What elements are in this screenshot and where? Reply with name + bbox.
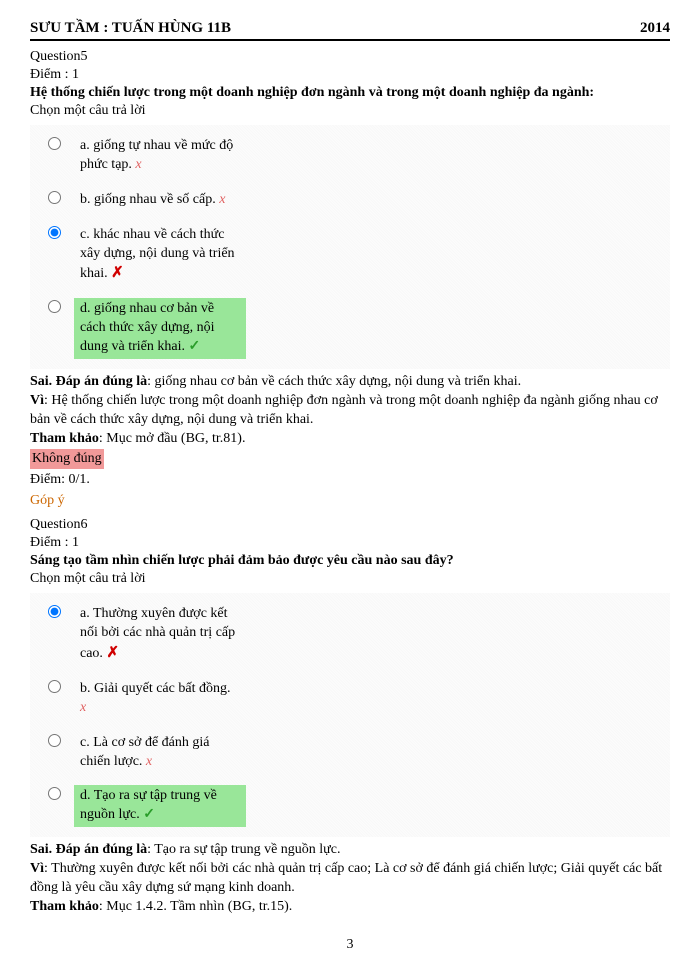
incorrect-badge: Không đúng — [30, 449, 104, 470]
option-radio[interactable] — [48, 734, 61, 747]
score-line: Điểm: 0/1. — [30, 471, 670, 490]
ref-text: : Mục 1.4.2. Tầm nhìn (BG, tr.15). — [99, 899, 292, 914]
options-list: a. giống tự nhau về mức độ phức tạp. x b.… — [30, 125, 670, 369]
question-points: Điểm : 1 — [30, 535, 670, 551]
option-row: a. Thường xuyên được kết nối bởi các nhà… — [30, 597, 670, 672]
option-text: d. giống nhau cơ bản về cách thức xây dự… — [74, 298, 246, 359]
option-row: d. Tạo ra sự tập trung về nguồn lực. ✓ — [30, 779, 670, 833]
header-right: 2014 — [640, 20, 670, 37]
ref-label: Tham khảo — [30, 431, 99, 446]
option-radio[interactable] — [48, 680, 61, 693]
vi-text: : Hệ thống chiến lược trong một doanh ng… — [30, 393, 658, 427]
cross-icon: x — [146, 754, 152, 769]
vi-label: Vì — [30, 861, 44, 876]
cross-icon: ✗ — [106, 645, 119, 661]
option-text: a. Thường xuyên được kết nối bởi các nhà… — [74, 603, 246, 666]
option-radio[interactable] — [48, 137, 61, 150]
question-title: Question5 — [30, 49, 670, 65]
option-radio[interactable] — [48, 300, 61, 313]
question-text: Sáng tạo tầm nhìn chiến lược phải đảm bả… — [30, 553, 670, 569]
option-text: b. Giải quyết các bất đồng. x — [74, 678, 246, 720]
feedback-block: Sai. Đáp án đúng là: Tạo ra sự tập trung… — [30, 841, 670, 917]
option-text: d. Tạo ra sự tập trung về nguồn lực. ✓ — [74, 785, 246, 827]
sai-label: Sai. Đáp án đúng là — [30, 374, 147, 389]
feedback-block: Sai. Đáp án đúng là: giống nhau cơ bản v… — [30, 373, 670, 511]
option-text: b. giống nhau về số cấp. x — [74, 189, 246, 212]
sai-text: : Tạo ra sự tập trung về nguồn lực. — [147, 842, 340, 857]
cross-icon: x — [135, 157, 141, 172]
header-left: SƯU TẦM : TUẤN HÙNG 11B — [30, 20, 231, 37]
choose-label: Chọn một câu trả lời — [30, 571, 670, 587]
question-points: Điểm : 1 — [30, 67, 670, 83]
cross-icon: x — [80, 700, 86, 715]
check-icon: ✓ — [188, 339, 200, 354]
option-row: b. Giải quyết các bất đồng. x — [30, 672, 670, 726]
options-list: a. Thường xuyên được kết nối bởi các nhà… — [30, 593, 670, 837]
option-text: a. giống tự nhau về mức độ phức tạp. x — [74, 135, 246, 177]
question-5: Question5 Điểm : 1 Hệ thống chiến lược t… — [30, 49, 670, 511]
hint-link[interactable]: Góp ý — [30, 492, 670, 511]
option-row: b. giống nhau về số cấp. x — [30, 183, 670, 218]
question-6: Question6 Điểm : 1 Sáng tạo tầm nhìn chi… — [30, 517, 670, 917]
option-radio[interactable] — [48, 787, 61, 800]
option-row: a. giống tự nhau về mức độ phức tạp. x — [30, 129, 670, 183]
question-title: Question6 — [30, 517, 670, 533]
question-text: Hệ thống chiến lược trong một doanh nghi… — [30, 85, 670, 101]
sai-label: Sai. Đáp án đúng là — [30, 842, 147, 857]
option-radio[interactable] — [48, 226, 61, 239]
vi-label: Vì — [30, 393, 44, 408]
option-radio[interactable] — [48, 191, 61, 204]
page-number: 3 — [30, 937, 670, 953]
choose-label: Chọn một câu trả lời — [30, 103, 670, 119]
vi-text: : Thường xuyên được kết nối bởi các nhà … — [30, 861, 662, 895]
option-text: c. Là cơ sở để đánh giá chiến lược. x — [74, 732, 246, 774]
ref-label: Tham khảo — [30, 899, 99, 914]
option-radio[interactable] — [48, 605, 61, 618]
page-header: SƯU TẦM : TUẤN HÙNG 11B 2014 — [30, 20, 670, 41]
option-text: c. khác nhau về cách thức xây dựng, nội … — [74, 224, 246, 287]
check-icon: ✓ — [143, 807, 155, 822]
cross-icon: ✗ — [111, 265, 124, 281]
option-row: d. giống nhau cơ bản về cách thức xây dự… — [30, 292, 670, 365]
sai-text: : giống nhau cơ bản về cách thức xây dựn… — [147, 374, 521, 389]
option-row: c. khác nhau về cách thức xây dựng, nội … — [30, 218, 670, 293]
cross-icon: x — [219, 192, 225, 207]
ref-text: : Mục mở đầu (BG, tr.81). — [99, 431, 246, 446]
option-row: c. Là cơ sở để đánh giá chiến lược. x — [30, 726, 670, 780]
